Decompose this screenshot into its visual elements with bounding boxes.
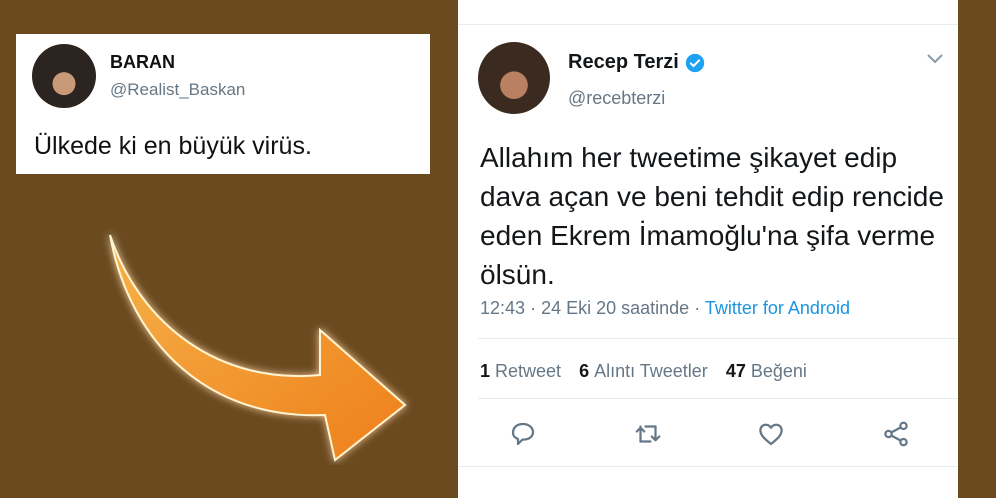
display-name-text[interactable]: Recep Terzi xyxy=(568,51,679,74)
quoted-tweet-card[interactable]: BARAN @Realist_Baskan Ülkede ki en büyük… xyxy=(16,34,430,174)
quote-count-link[interactable]: 6 Alıntı Tweetler xyxy=(579,361,708,382)
heart-icon xyxy=(759,423,783,446)
tweet-meta: 12:43 · 24 Eki 20 saatinde · Twitter for… xyxy=(480,298,850,319)
like-button[interactable] xyxy=(756,419,786,449)
divider xyxy=(478,338,958,339)
tweet-time[interactable]: 12:43 xyxy=(480,298,525,318)
like-count-link[interactable]: 47 Beğeni xyxy=(726,361,807,382)
tweet-source-link[interactable]: Twitter for Android xyxy=(705,298,850,318)
user-handle[interactable]: @recebterzi xyxy=(568,88,665,109)
tweet-date[interactable]: 24 Eki 20 saatinde xyxy=(541,298,689,318)
share-icon xyxy=(884,421,908,447)
user-handle[interactable]: @Realist_Baskan xyxy=(110,80,245,100)
divider xyxy=(478,398,958,399)
like-count: 47 xyxy=(725,361,746,381)
quote-label: Alıntı Tweetler xyxy=(594,361,708,381)
divider xyxy=(458,24,958,25)
avatar[interactable] xyxy=(32,44,96,108)
tweet-text: Allahım her tweetime şikayet edip dava a… xyxy=(480,142,944,290)
display-name[interactable]: BARAN xyxy=(110,52,175,73)
arrow-icon xyxy=(109,234,407,462)
retweet-count-link[interactable]: 1 Retweet xyxy=(480,361,561,382)
chevron-down-icon[interactable] xyxy=(926,52,944,66)
quote-count: 6 xyxy=(579,361,590,381)
avatar[interactable] xyxy=(478,42,550,114)
tweet-stats: 1 Retweet 6 Alıntı Tweetler 47 Beğeni xyxy=(480,361,807,382)
divider xyxy=(458,466,958,467)
reply-button[interactable] xyxy=(508,419,538,449)
retweet-count: 1 xyxy=(480,361,491,381)
retweet-button[interactable] xyxy=(633,419,663,449)
share-button[interactable] xyxy=(881,419,911,449)
meta-separator: · xyxy=(694,298,701,318)
retweet-icon xyxy=(635,425,661,443)
tweet-card[interactable]: Recep Terzi @recebterzi Allahım her twee… xyxy=(458,0,958,498)
retweet-label: Retweet xyxy=(495,361,562,381)
like-label: Beğeni xyxy=(750,361,807,381)
tweet-text: Ülkede ki en büyük virüs. xyxy=(34,132,312,160)
meta-separator: · xyxy=(530,298,537,318)
display-name[interactable]: Recep Terzi xyxy=(568,51,705,74)
verified-icon xyxy=(685,53,704,72)
reply-icon xyxy=(511,422,535,446)
